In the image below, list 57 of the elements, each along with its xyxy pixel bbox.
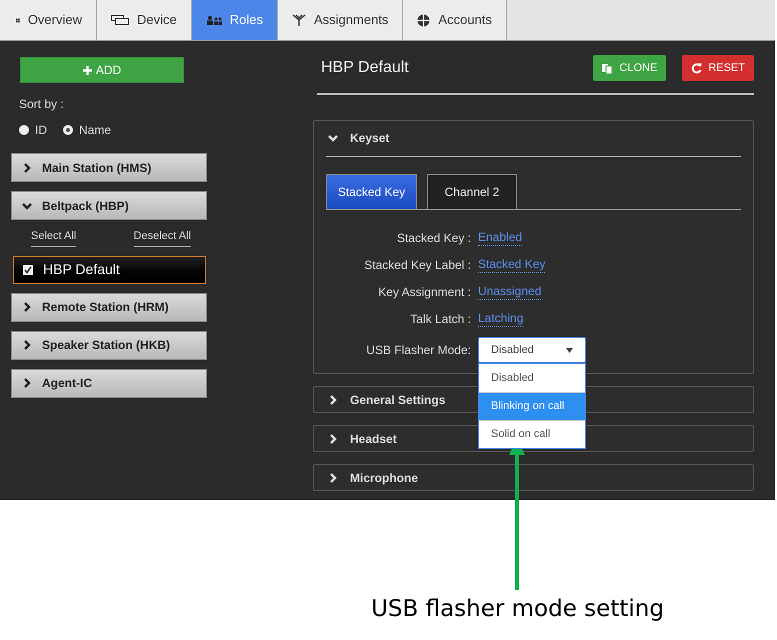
- deselect-all-link[interactable]: Deselect All: [134, 228, 191, 246]
- radio-label: ID: [35, 122, 47, 139]
- nav-tab[interactable]: Accounts: [403, 0, 507, 40]
- group-header[interactable]: Speaker Station (HKB): [11, 330, 207, 360]
- chevron-right-icon: [22, 302, 32, 312]
- section-header[interactable]: Headset: [314, 426, 397, 451]
- field-label: Key Assignment :: [377, 284, 472, 301]
- chevron-right-icon: [22, 162, 32, 172]
- field-value-link[interactable]: Unassigned: [478, 284, 542, 300]
- nav-tab[interactable]: Device: [97, 0, 192, 40]
- select-all-link[interactable]: Select All: [31, 228, 76, 246]
- fork-icon: [292, 14, 306, 26]
- group-header[interactable]: Beltpack (HBP): [11, 191, 207, 220]
- people-icon: [206, 15, 222, 25]
- group-header[interactable]: Agent-IC: [11, 368, 207, 398]
- chevron-down-icon: [22, 200, 32, 210]
- device-icon: [111, 15, 129, 25]
- group-header[interactable]: Main Station (HMS): [11, 153, 207, 182]
- reset-icon: [691, 62, 702, 74]
- chevron-right-icon: [328, 434, 338, 444]
- field-label: USB Flasher Mode:: [365, 342, 472, 359]
- nav-tab[interactable]: Roles: [192, 0, 278, 40]
- field-label: Talk Latch :: [409, 311, 472, 328]
- chevron-right-icon: [22, 340, 32, 350]
- chevron-right-icon: [328, 472, 338, 482]
- dropdown-option[interactable]: Disabled: [479, 364, 585, 392]
- group-header[interactable]: Remote Station (HRM): [11, 292, 207, 322]
- section-header[interactable]: Microphone: [314, 465, 418, 490]
- radio-button[interactable]: [63, 125, 73, 135]
- copy-icon: [602, 62, 614, 74]
- radio-label: Name: [79, 122, 112, 139]
- radio-button[interactable]: [19, 125, 29, 135]
- select-field[interactable]: Disabled: [478, 337, 586, 363]
- sub-tab[interactable]: Channel 2: [427, 174, 517, 209]
- field-value-link[interactable]: Enabled: [478, 230, 522, 246]
- chevron-down-icon: [328, 132, 338, 142]
- field-label: Stacked Key Label :: [363, 257, 472, 274]
- annotation-caption: USB flasher mode setting: [371, 595, 664, 624]
- nav-tab[interactable]: Overview: [0, 0, 97, 40]
- checkbox[interactable]: [23, 264, 33, 274]
- field-value-link[interactable]: Stacked Key: [478, 257, 546, 273]
- chevron-right-icon: [22, 378, 32, 388]
- nav-tab[interactable]: Assignments: [278, 0, 404, 40]
- field-label: Stacked Key :: [396, 230, 472, 247]
- section-header[interactable]: Keyset: [314, 125, 390, 150]
- role-item[interactable]: HBP Default: [13, 256, 206, 284]
- globe-icon: [417, 14, 430, 26]
- sort-label: Sort by :: [19, 96, 65, 113]
- reset-button[interactable]: RESET: [682, 55, 754, 81]
- field-value-link[interactable]: Latching: [478, 311, 524, 327]
- role-title: HBP Default: [321, 58, 409, 78]
- plus-icon: [82, 66, 92, 74]
- chevron-right-icon: [328, 394, 338, 404]
- section-header[interactable]: General Settings: [314, 387, 446, 412]
- role-label: HBP Default: [43, 260, 120, 279]
- sub-tab[interactable]: Stacked Key: [326, 174, 417, 209]
- dropdown-option[interactable]: Solid on call: [479, 420, 585, 448]
